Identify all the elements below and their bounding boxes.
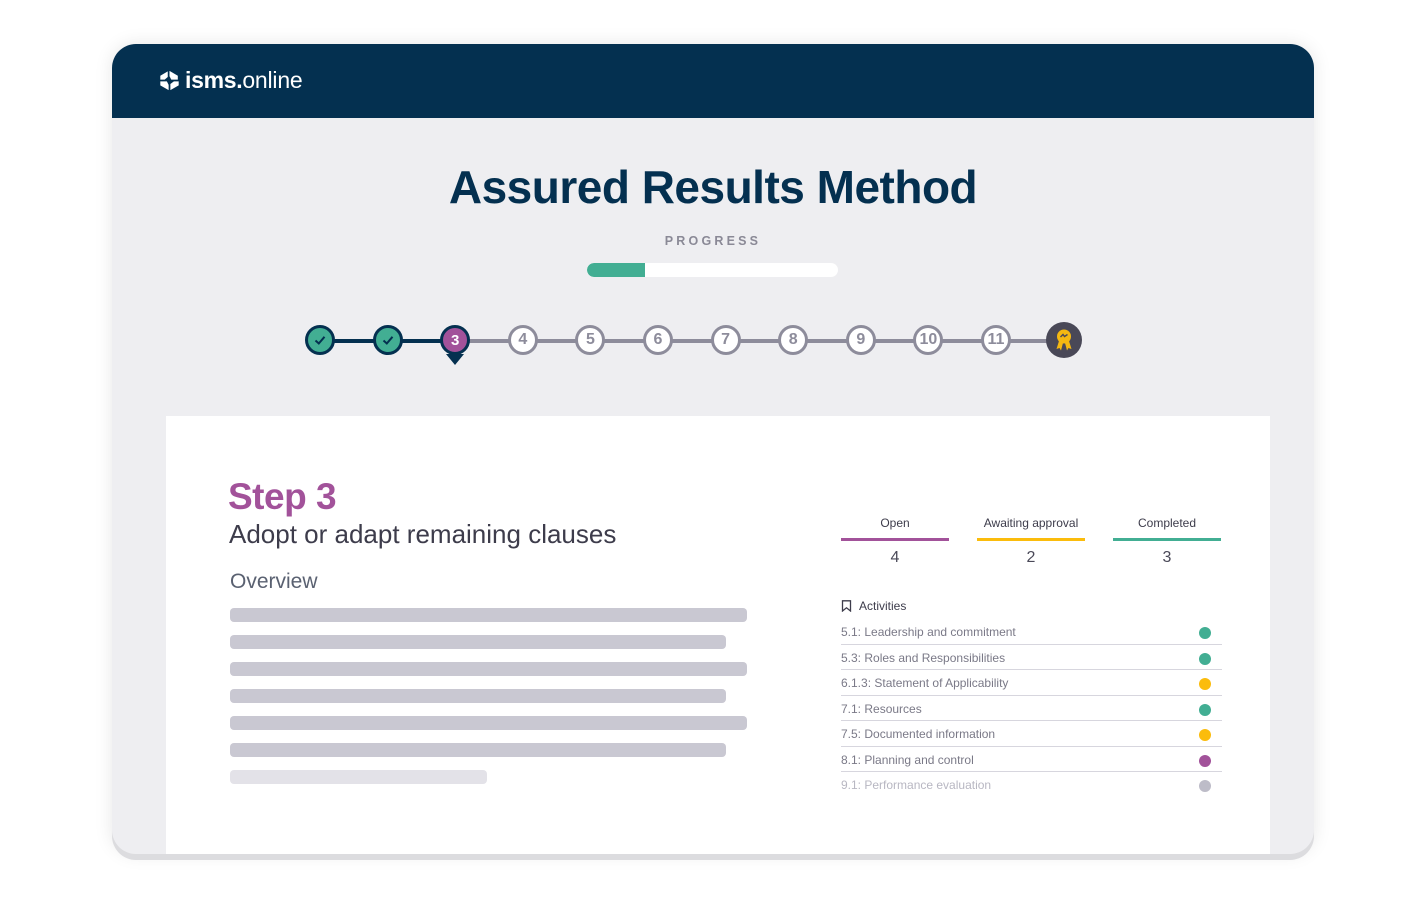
overview-text-placeholder-line: [230, 770, 487, 784]
overview-text-placeholder-line: [230, 635, 726, 649]
activity-status-dot: [1199, 729, 1211, 741]
activity-label: 7.5: Documented information: [841, 727, 996, 741]
overview-text-placeholder-line: [230, 716, 747, 730]
overview-text-placeholder-line: [230, 743, 726, 757]
activity-label: 6.1.3: Statement of Applicability: [841, 676, 1009, 690]
status-summary: Open 4 Awaiting approval 2 Completed 3: [841, 516, 1221, 576]
step-1[interactable]: [305, 325, 335, 355]
top-bar: isms. online: [112, 44, 1314, 118]
activity-row[interactable]: 5.1: Leadership and commitment: [841, 619, 1222, 645]
brand-suffix: online: [242, 67, 303, 93]
step-10[interactable]: 10: [913, 325, 944, 355]
activity-row[interactable]: 7.5: Documented information: [841, 721, 1222, 747]
step-6[interactable]: 6: [643, 325, 673, 355]
stat-color-bar: [1113, 538, 1221, 541]
page-title: Assured Results Method: [448, 161, 978, 213]
step-number: 5: [585, 331, 595, 348]
overview-heading: Overview: [230, 570, 318, 593]
progress-label: PROGRESS: [664, 234, 762, 248]
step-4[interactable]: 4: [507, 325, 538, 355]
activities-header: Activities: [841, 599, 906, 613]
step-11[interactable]: 11: [981, 325, 1011, 355]
progress-bar-fill: [587, 263, 645, 277]
step-5[interactable]: 5: [575, 325, 606, 355]
step-subtitle: Adopt or adapt remaining clauses: [229, 519, 617, 549]
activity-row[interactable]: 7.1: Resources: [841, 696, 1222, 721]
step-9[interactable]: 9: [845, 325, 876, 355]
stat-label: Completed: [1137, 516, 1197, 530]
isms-logo-icon: [160, 70, 179, 91]
activity-label: 5.1: Leadership and commitment: [841, 625, 1016, 639]
brand-name: isms.: [185, 67, 243, 93]
activity-status-dot: [1199, 678, 1211, 690]
activity-label: 5.3: Roles and Responsibilities: [841, 650, 1006, 665]
stat-color-bar: [977, 538, 1085, 541]
step-heading: Step 3: [228, 476, 337, 517]
stat-label: Awaiting approval: [983, 516, 1079, 530]
stat-count: 4: [890, 549, 900, 566]
stat-count: 3: [1162, 549, 1172, 566]
stat-awaiting-approval[interactable]: Awaiting approval 2: [977, 516, 1085, 567]
activity-status-dot: [1199, 703, 1211, 716]
stat-count: 2: [1026, 549, 1036, 566]
step-progress-tracker: 3 4 5 6 7 8 9 10 11: [112, 312, 1314, 382]
step-number: 6: [653, 331, 663, 348]
stat-color-bar: [841, 538, 949, 541]
stat-completed[interactable]: Completed 3: [1113, 516, 1221, 567]
step-8[interactable]: 8: [778, 325, 809, 355]
overview-text-placeholder-line: [230, 689, 726, 703]
app-window: isms. online Assured Results Method PROGR…: [112, 44, 1314, 854]
award-rosette-icon: [1056, 329, 1072, 351]
stat-label: Open: [880, 516, 910, 530]
activity-status-dot: [1199, 754, 1211, 767]
step-detail-card: Step 3 Adopt or adapt remaining clauses …: [166, 416, 1270, 854]
activity-status-dot: [1199, 652, 1211, 665]
step-number: 11: [987, 331, 1005, 348]
logo[interactable]: isms. online: [159, 67, 303, 94]
activities-label: Activities: [859, 599, 907, 613]
activity-row[interactable]: 5.3: Roles and Responsibilities: [841, 645, 1222, 670]
step-number: 4: [518, 331, 528, 348]
progress-bar: [587, 263, 838, 277]
step-number: 7: [721, 331, 731, 348]
step-number: 3: [451, 331, 460, 349]
activity-row[interactable]: 9.1: Performance evaluation: [841, 772, 1222, 797]
step-number: 9: [856, 331, 866, 348]
activity-label: 9.1: Performance evaluation: [841, 778, 992, 792]
activity-status-dot: [1199, 780, 1211, 792]
step-final-award[interactable]: [1045, 322, 1082, 358]
check-icon: [314, 336, 326, 345]
activity-row[interactable]: 8.1: Planning and control: [841, 747, 1222, 772]
activity-row[interactable]: 6.1.3: Statement of Applicability: [841, 670, 1222, 696]
bookmark-icon: [841, 600, 852, 612]
activity-label: 7.1: Resources: [841, 701, 922, 716]
activity-label: 8.1: Planning and control: [841, 752, 974, 767]
step-7[interactable]: 7: [710, 325, 741, 355]
overview-text-placeholder-line: [230, 608, 747, 622]
step-number: 8: [788, 331, 798, 348]
step-3[interactable]: 3: [440, 325, 471, 355]
current-step-pointer: [446, 354, 465, 365]
step-number: 10: [919, 331, 938, 348]
activity-status-dot: [1199, 627, 1211, 639]
check-icon: [382, 336, 393, 345]
step-2[interactable]: [372, 325, 403, 355]
stat-open[interactable]: Open 4: [841, 516, 949, 567]
overview-text-placeholder-line: [230, 662, 747, 676]
activities-list: 5.1: Leadership and commitment 5.3: Roles…: [841, 619, 1222, 797]
